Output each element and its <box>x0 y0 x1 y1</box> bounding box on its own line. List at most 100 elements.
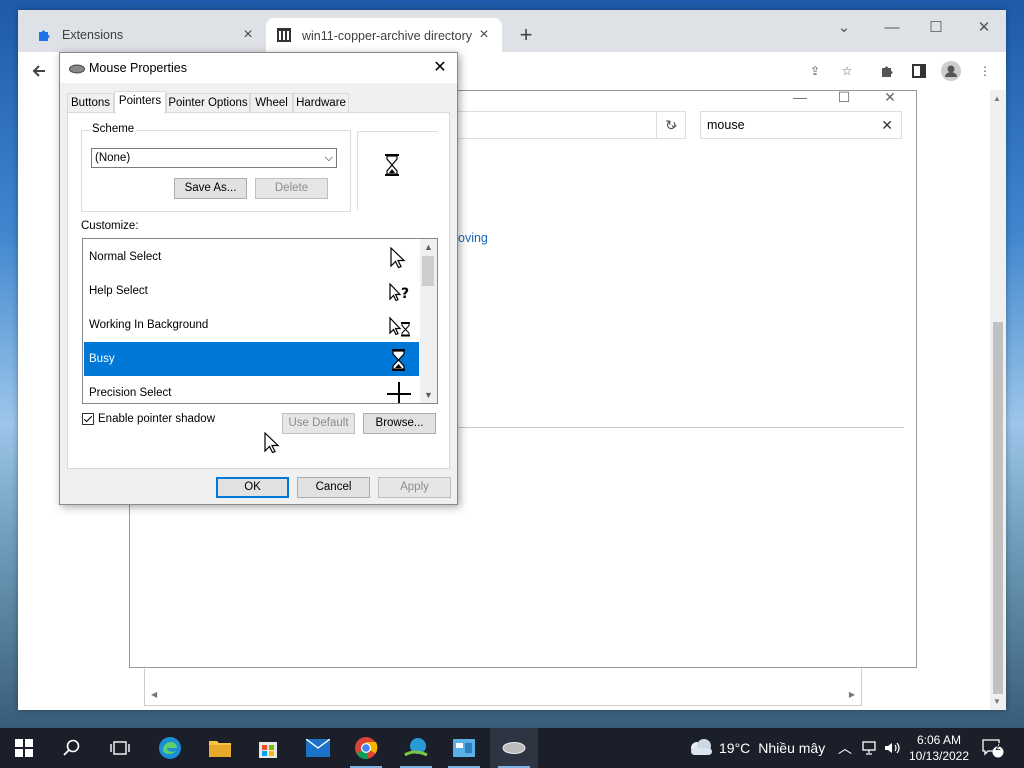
weather-temp: 19°C <box>719 740 751 756</box>
chevron-up-icon[interactable]: ︿ <box>838 728 852 768</box>
store-icon[interactable] <box>244 728 292 768</box>
tab-buttons[interactable]: Buttons <box>67 93 114 113</box>
maximize-icon[interactable]: ☐ <box>824 85 864 109</box>
arrow-cursor-icon <box>390 246 406 269</box>
scroll-thumb[interactable] <box>993 322 1003 694</box>
tab-extensions[interactable]: Extensions × <box>26 18 266 52</box>
weather-text: Nhiều mây <box>758 740 826 756</box>
scroll-thumb[interactable] <box>422 256 434 286</box>
browse-button[interactable]: Browse... <box>363 413 436 434</box>
scroll-up-icon[interactable]: ▲ <box>993 94 1001 103</box>
puzzle-icon <box>36 27 52 43</box>
menu-icon[interactable]: ⋮ <box>974 60 996 82</box>
chevron-down-icon[interactable]: ⌵ <box>325 149 333 167</box>
tab-archive[interactable]: win11-copper-archive directory ▯ × <box>266 18 502 52</box>
scroll-up-icon[interactable]: ▲ <box>424 242 433 252</box>
profile-icon[interactable] <box>940 60 962 82</box>
cancel-button[interactable]: Cancel <box>297 477 370 498</box>
mail-icon[interactable] <box>294 728 342 768</box>
vertical-scrollbar[interactable]: ▲ ▼ <box>990 90 1006 710</box>
dialog-titlebar: Mouse Properties ✕ <box>60 53 457 83</box>
file-explorer-icon[interactable] <box>196 728 244 768</box>
clear-icon[interactable]: ✕ <box>881 112 893 138</box>
search-input[interactable]: mouse ✕ <box>700 111 902 139</box>
edge-icon[interactable] <box>146 728 194 768</box>
list-item[interactable]: Working In Background <box>84 308 419 342</box>
tab-hardware[interactable]: Hardware <box>293 93 349 113</box>
clock[interactable]: 6:06 AM 10/13/2022 <box>906 732 972 764</box>
scroll-left-icon[interactable]: ◀ <box>151 690 157 699</box>
ok-button[interactable]: OK <box>216 477 289 498</box>
address-bar[interactable]: ⌄ <box>430 111 686 139</box>
windows-start-icon[interactable] <box>0 728 48 768</box>
list-item-selected[interactable]: Busy <box>84 342 419 376</box>
star-icon[interactable]: ☆ <box>836 60 858 82</box>
task-view-icon[interactable] <box>96 728 144 768</box>
close-window-icon[interactable]: ✕ <box>962 14 1006 42</box>
mouse-pointer-icon <box>264 432 280 454</box>
apply-button[interactable]: Apply <box>378 477 451 498</box>
checkbox-checked-icon[interactable] <box>82 413 94 425</box>
sidebar-icon[interactable] <box>908 60 930 82</box>
list-item[interactable]: Normal Select <box>84 240 419 274</box>
extensions-icon[interactable] <box>876 60 898 82</box>
pointer-name: Help Select <box>89 285 148 297</box>
tab-title: Extensions <box>62 28 124 42</box>
delete-button[interactable]: Delete <box>255 178 328 199</box>
archive-icon <box>276 27 292 43</box>
chevron-down-icon[interactable]: ⌄ <box>822 14 866 42</box>
close-icon[interactable]: ✕ <box>423 53 457 83</box>
scheme-group: Scheme (None) ⌵ Save As... Delete <box>81 123 351 212</box>
scheme-select[interactable]: (None) ⌵ <box>91 148 337 168</box>
maximize-icon[interactable]: ☐ <box>914 14 958 42</box>
save-as-button[interactable]: Save As... <box>174 178 247 199</box>
pointer-list[interactable]: Normal Select Help Select ? Working In B… <box>82 238 438 404</box>
minimize-icon[interactable]: — <box>870 14 914 42</box>
network-app-icon[interactable] <box>392 728 440 768</box>
scroll-right-icon[interactable]: ▶ <box>849 690 855 699</box>
scroll-down-icon[interactable]: ▼ <box>424 390 433 400</box>
horizontal-scrollbar[interactable]: ◀ ▶ <box>144 666 862 706</box>
working-cursor-icon <box>389 316 410 337</box>
pointer-name: Busy <box>89 353 115 365</box>
close-icon[interactable]: ✕ <box>870 85 910 109</box>
weather-widget[interactable]: 19°C Nhiều mây <box>688 728 825 768</box>
list-scrollbar[interactable]: ▲ ▼ <box>420 239 437 403</box>
close-icon[interactable]: × <box>476 26 492 44</box>
close-icon[interactable]: × <box>240 26 256 44</box>
hourglass-cursor-icon <box>392 349 405 371</box>
pointer-name: Working In Background <box>89 319 209 331</box>
network-icon[interactable] <box>862 728 880 768</box>
list-item[interactable]: Help Select ? <box>84 274 419 308</box>
minimize-icon[interactable]: — <box>780 85 820 109</box>
tab-strip: Extensions × win11-copper-archive direct… <box>18 10 1006 52</box>
tab-wheel[interactable]: Wheel <box>250 93 293 113</box>
new-tab-button[interactable]: + <box>514 24 538 48</box>
control-panel-icon[interactable] <box>440 728 488 768</box>
use-default-button[interactable]: Use Default <box>282 413 355 434</box>
svg-text:?: ? <box>401 286 409 302</box>
list-item[interactable]: Precision Select <box>84 376 419 403</box>
scheme-label: Scheme <box>90 123 137 135</box>
crosshair-cursor-icon <box>387 382 411 403</box>
refresh-icon[interactable]: ↻ <box>656 111 686 139</box>
result-link[interactable]: oving <box>458 231 488 245</box>
mouse-icon <box>69 63 85 77</box>
mouse-settings-icon[interactable] <box>490 728 538 768</box>
pointer-shadow-checkbox[interactable]: Enable pointer shadow <box>82 413 215 425</box>
customize-label: Customize: <box>81 220 139 232</box>
chrome-icon[interactable] <box>342 728 390 768</box>
tab-pointer-options[interactable]: Pointer Options <box>166 93 250 113</box>
volume-icon[interactable] <box>884 728 902 768</box>
search-icon[interactable] <box>48 728 96 768</box>
share-icon[interactable]: ⇪ <box>804 60 826 82</box>
pointer-shadow-label: Enable pointer shadow <box>98 413 215 425</box>
pointer-name: Normal Select <box>89 251 162 263</box>
divider <box>440 427 904 428</box>
scroll-down-icon[interactable]: ▼ <box>993 697 1001 706</box>
notification-center[interactable]: 2 <box>982 728 1004 768</box>
tab-pointers[interactable]: Pointers <box>114 91 166 114</box>
back-arrow-icon[interactable] <box>28 60 50 82</box>
taskbar: 19°C Nhiều mây ︿ 6:06 AM 10/13/2022 2 <box>0 728 1024 768</box>
help-cursor-icon: ? <box>389 282 409 302</box>
